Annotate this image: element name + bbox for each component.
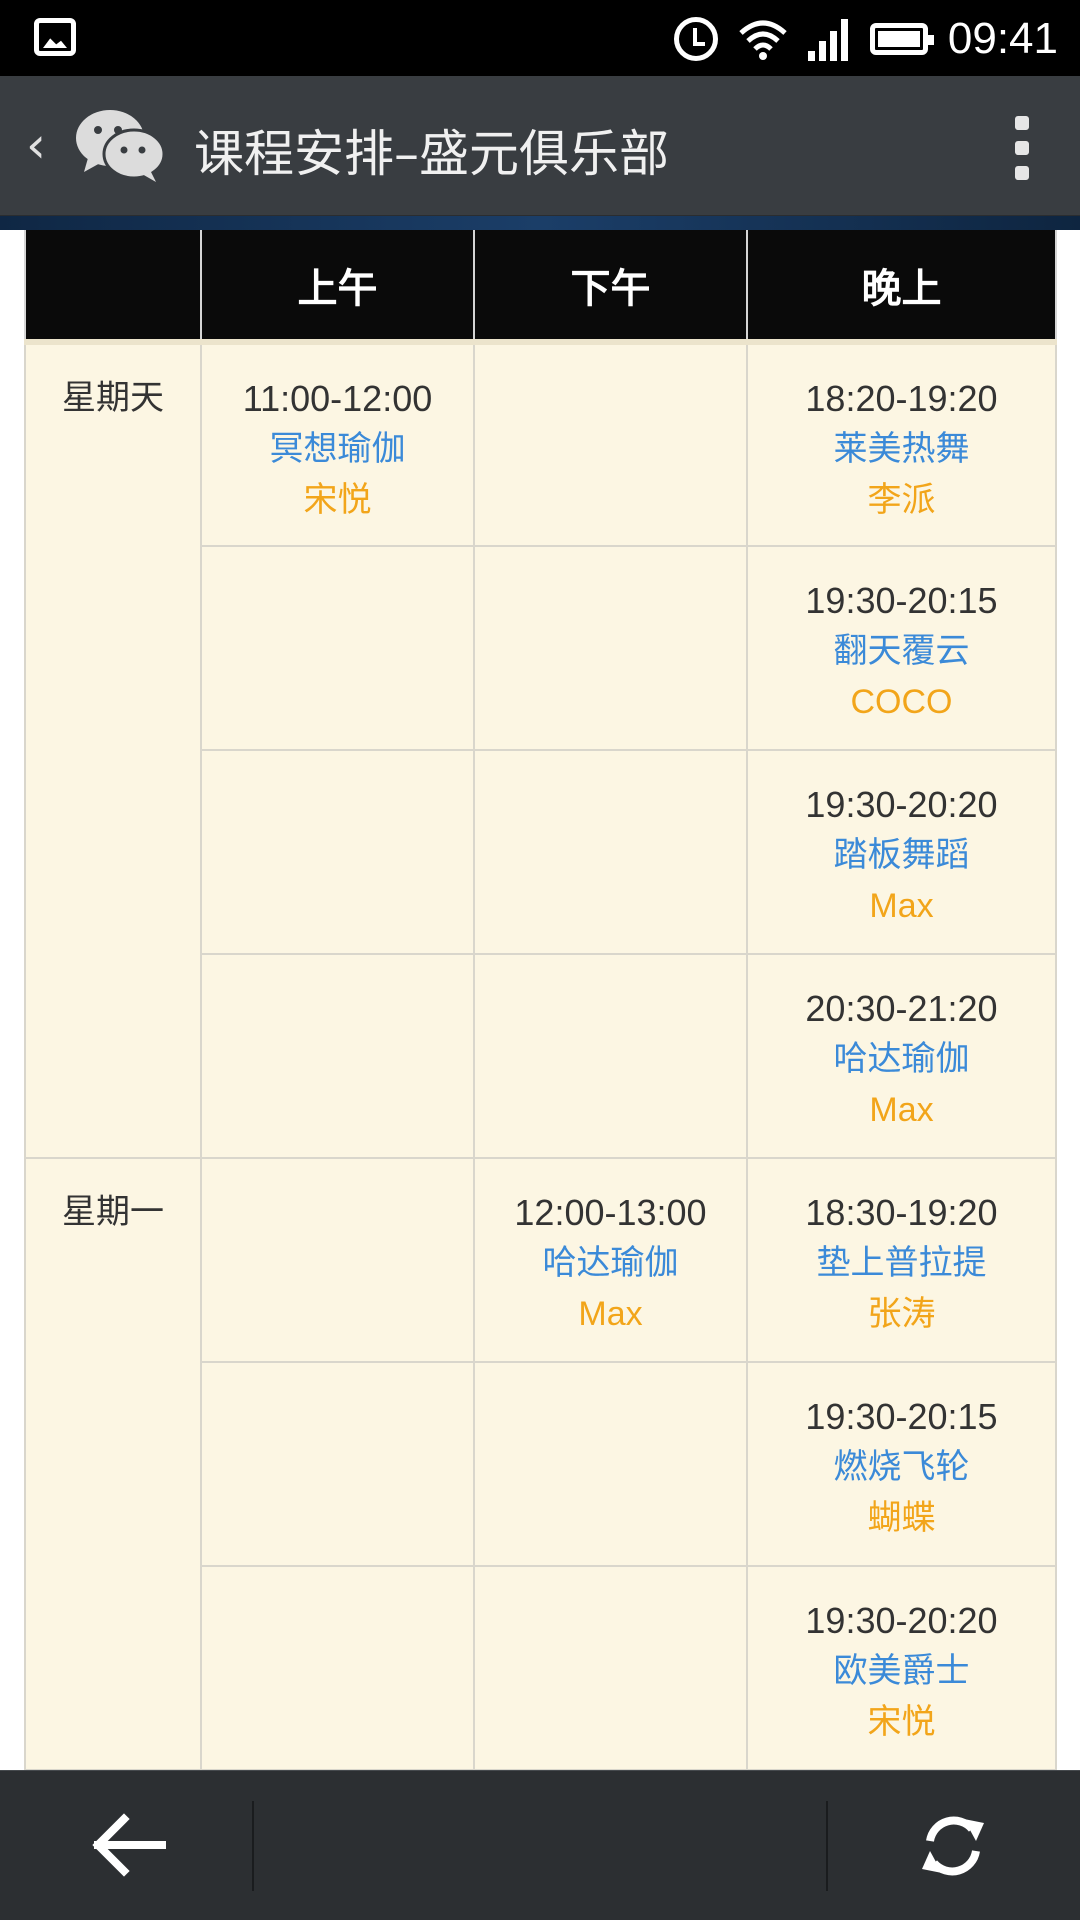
- class-name: 莱美热舞: [833, 429, 970, 469]
- class-time: 18:30-19:20: [805, 1192, 998, 1233]
- class-teacher: Max: [869, 1091, 934, 1129]
- class-teacher: Max: [578, 1295, 643, 1333]
- class-name: 翻天覆云: [833, 631, 970, 671]
- status-bar: 09:41: [0, 0, 1080, 76]
- class-name: 冥想瑜伽: [269, 429, 406, 469]
- battery-icon: [869, 23, 934, 55]
- evening-cell: 19:30-20:15 翻天覆云 COCO: [746, 545, 1057, 751]
- class-name: 欧美爵士: [833, 1651, 970, 1691]
- evening-cell: 19:30-20:15 燃烧飞轮蝴蝶: [746, 1361, 1057, 1567]
- morning-cell: [200, 953, 475, 1159]
- more-icon[interactable]: [1014, 116, 1030, 180]
- header-morning: 上午: [200, 230, 475, 343]
- afternoon-cell: [473, 339, 748, 547]
- alarm-icon: [673, 17, 718, 61]
- morning-cell: [200, 545, 475, 751]
- evening-cell: 18:20-19:20 莱美热舞李派: [746, 339, 1057, 547]
- afternoon-cell: [473, 1565, 748, 1770]
- back-arrow-icon[interactable]: [90, 1813, 166, 1877]
- class-time: 19:30-20:15: [805, 1396, 998, 1437]
- afternoon-cell: [473, 545, 748, 751]
- back-chevron[interactable]: ‹: [26, 116, 46, 174]
- class-name: 踏板舞蹈: [833, 835, 970, 875]
- status-icons: 09:41: [673, 14, 1058, 64]
- clock: 09:41: [947, 14, 1058, 63]
- afternoon-cell: [473, 1361, 748, 1567]
- header-evening: 晚上: [746, 230, 1057, 343]
- schedule-body: 星期天 11:00-12:00 冥想瑜伽宋悦 18:20-19:20 莱美热舞李派 19:…: [24, 339, 1057, 1770]
- web-content: 上午 下午 晚上 星期天 11:00-12:00 冥想瑜伽宋悦 18:20-19:20…: [0, 216, 1080, 1770]
- class-name: 垫上普拉提: [816, 1243, 987, 1283]
- morning-cell: [200, 1157, 475, 1363]
- morning-cell: [200, 1565, 475, 1770]
- afternoon-cell: [473, 749, 748, 955]
- morning-cell: 11:00-12:00 冥想瑜伽宋悦: [200, 339, 475, 547]
- class-teacher: 张涛: [867, 1295, 936, 1333]
- table-row: 星期天 11:00-12:00 冥想瑜伽宋悦 18:20-19:20 莱美热舞李派: [24, 339, 1057, 1159]
- header-afternoon: 下午: [473, 230, 748, 343]
- class-name: 燃烧飞轮: [833, 1447, 970, 1487]
- app-bar: ‹ 课程安排–盛元俱乐部: [0, 76, 1080, 216]
- evening-cell: 18:30-19:20 垫上普拉提张涛: [746, 1157, 1057, 1363]
- class-time: 19:30-20:15: [805, 580, 998, 621]
- class-teacher: 宋悦: [867, 1703, 936, 1741]
- class-time: 20:30-21:20: [805, 988, 998, 1029]
- page-title: 课程安排–盛元俱乐部: [194, 125, 669, 183]
- class-teacher: 蝴蝶: [867, 1499, 936, 1537]
- header-row: 上午 下午 晚上: [24, 230, 1057, 343]
- class-time: 12:00-13:00: [514, 1192, 707, 1233]
- class-time: 18:20-19:20: [805, 378, 998, 419]
- class-teacher: 李派: [867, 481, 936, 519]
- class-time: 19:30-20:20: [805, 1600, 998, 1641]
- evening-cell: 19:30-20:20 欧美爵士宋悦: [746, 1565, 1057, 1770]
- morning-cell: [200, 749, 475, 955]
- class-time: 19:30-20:20: [805, 784, 998, 825]
- afternoon-cell: 12:00-13:00 哈达瑜伽 Max: [473, 1157, 748, 1363]
- header-corner: [24, 230, 202, 343]
- refresh-icon[interactable]: [918, 1811, 988, 1881]
- class-teacher: 宋悦: [303, 481, 372, 519]
- table-row: 星期一 12:00-13:00 哈达瑜伽 Max 18:30-19:20 垫上普拉提张涛: [24, 1157, 1057, 1770]
- class-teacher: COCO: [850, 683, 953, 721]
- class-teacher: Max: [869, 887, 934, 925]
- evening-cell: 20:30-21:20 哈达瑜伽 Max: [746, 953, 1057, 1159]
- bottom-toolbar: [0, 1770, 1080, 1920]
- day-label: 星期一: [24, 1157, 202, 1770]
- evening-cell: 19:30-20:20 踏板舞蹈 Max: [746, 749, 1057, 955]
- class-name: 哈达瑜伽: [833, 1039, 970, 1079]
- morning-cell: [200, 1361, 475, 1567]
- afternoon-cell: [473, 953, 748, 1159]
- day-label: 星期天: [24, 339, 202, 1159]
- wechat-logo-icon: [76, 110, 166, 182]
- signal-icon: [807, 17, 850, 61]
- wifi-icon: [739, 20, 787, 60]
- class-time: 11:00-12:00: [242, 378, 433, 419]
- image-icon: [34, 18, 76, 56]
- toolbar-divider: [826, 1801, 828, 1891]
- class-name: 哈达瑜伽: [542, 1243, 679, 1283]
- toolbar-divider: [252, 1801, 254, 1891]
- banner-strip: [0, 216, 1080, 230]
- schedule-table: 上午 下午 晚上 星期天 11:00-12:00 冥想瑜伽宋悦 18:20-19:20…: [24, 230, 1057, 1770]
